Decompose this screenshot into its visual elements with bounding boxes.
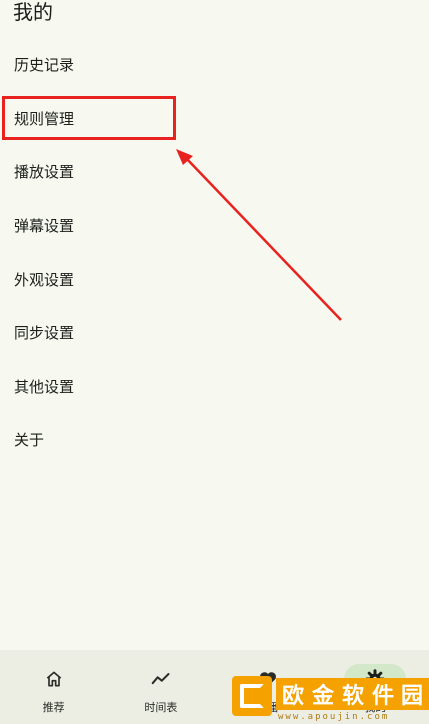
bottom-navigation: 推荐 时间表 追番 我的 xyxy=(0,650,429,724)
menu-item-label: 历史记录 xyxy=(14,56,75,75)
menu-item-other[interactable]: 其他设置 xyxy=(0,360,429,414)
nav-tab-follow[interactable]: 追番 xyxy=(215,650,322,724)
nav-tab-timetable[interactable]: 时间表 xyxy=(107,650,214,724)
nav-tab-mine[interactable]: 我的 xyxy=(322,650,429,724)
menu-item-history[interactable]: 历史记录 xyxy=(0,38,429,92)
trending-icon xyxy=(150,667,172,691)
nav-tab-recommend[interactable]: 推荐 xyxy=(0,650,107,724)
menu-item-playback[interactable]: 播放设置 xyxy=(0,145,429,199)
menu-item-label: 同步设置 xyxy=(14,324,75,343)
nav-tab-label: 推荐 xyxy=(42,701,65,714)
menu-item-label: 播放设置 xyxy=(14,163,75,182)
menu-item-label: 关于 xyxy=(14,431,45,450)
gear-icon xyxy=(364,667,386,691)
menu-item-label: 其他设置 xyxy=(14,377,75,396)
nav-tab-label: 追番 xyxy=(257,701,280,714)
menu-item-danmaku[interactable]: 弹幕设置 xyxy=(0,199,429,253)
menu-item-appearance[interactable]: 外观设置 xyxy=(0,252,429,306)
nav-tab-label: 时间表 xyxy=(144,701,178,714)
home-icon xyxy=(44,667,64,691)
heart-icon xyxy=(257,667,279,691)
page-title: 我的 xyxy=(13,0,53,24)
menu-item-label: 外观设置 xyxy=(14,270,75,289)
menu-item-about[interactable]: 关于 xyxy=(0,413,429,467)
menu-item-label: 弹幕设置 xyxy=(14,217,75,236)
menu-item-sync[interactable]: 同步设置 xyxy=(0,306,429,360)
annotation-highlight-box xyxy=(2,96,176,140)
nav-tab-label: 我的 xyxy=(364,701,387,714)
